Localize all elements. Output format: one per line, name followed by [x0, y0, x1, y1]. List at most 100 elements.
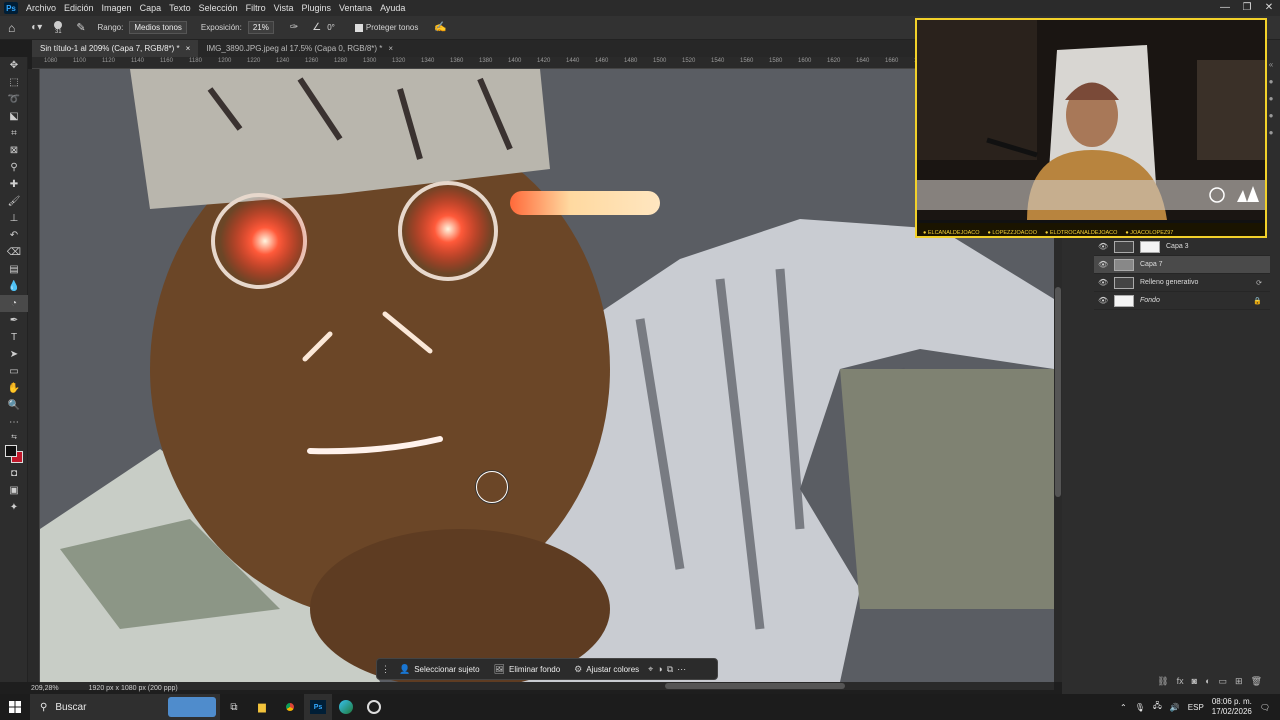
- history-brush-tool-icon[interactable]: ↶: [0, 227, 28, 244]
- visibility-eye-icon[interactable]: 👁: [1098, 296, 1108, 305]
- menu-archivo[interactable]: Archivo: [22, 3, 60, 13]
- gradient-tool-icon[interactable]: ▤: [0, 261, 28, 278]
- proteger-tonos-checkbox[interactable]: Proteger tonos: [354, 23, 418, 32]
- visibility-eye-icon[interactable]: 👁: [1098, 278, 1108, 287]
- menu-plugins[interactable]: Plugins: [298, 3, 336, 13]
- marquee-tool-icon[interactable]: ⬚: [0, 74, 28, 91]
- menu-vista[interactable]: Vista: [270, 3, 298, 13]
- type-tool-icon[interactable]: T: [0, 329, 28, 346]
- move-tool-icon[interactable]: ✥: [0, 57, 28, 74]
- drag-handle-icon[interactable]: ⋮: [381, 664, 390, 675]
- swap-colors-icon[interactable]: ⇆: [0, 431, 28, 443]
- panel-dot-icon[interactable]: ●: [1269, 77, 1274, 86]
- tool-preset-icon[interactable]: ◐▾: [31, 22, 42, 33]
- zoom-level[interactable]: 209,28%: [31, 685, 59, 692]
- layer-row-relleno-generativo[interactable]: 👁 Relleno generativo ⟳: [1094, 274, 1270, 292]
- panel-collapse-icon[interactable]: «: [1269, 60, 1273, 69]
- zoom-tool-icon[interactable]: 🔍: [0, 397, 28, 414]
- scroll-thumb[interactable]: [1055, 287, 1061, 497]
- trash-icon[interactable]: 🗑: [1251, 676, 1262, 692]
- color-swatches[interactable]: [0, 443, 28, 465]
- rango-select[interactable]: Medios tonos: [129, 21, 187, 34]
- language-indicator[interactable]: ESP: [1188, 703, 1204, 712]
- new-layer-icon[interactable]: ⊞: [1235, 676, 1243, 692]
- healing-brush-tool-icon[interactable]: ✚: [0, 176, 28, 193]
- adjustment-icon[interactable]: ◑: [657, 664, 662, 674]
- layer-row-fondo[interactable]: 👁 Fondo 🔒: [1094, 292, 1270, 310]
- screen-mode-icon[interactable]: ▣: [0, 482, 28, 499]
- lasso-tool-icon[interactable]: ➰: [0, 91, 28, 108]
- notifications-icon[interactable]: 🗨: [1260, 703, 1270, 712]
- menu-ventana[interactable]: Ventana: [335, 3, 376, 13]
- obs-icon[interactable]: [360, 694, 388, 720]
- visibility-eye-icon[interactable]: 👁: [1098, 242, 1108, 251]
- object-select-tool-icon[interactable]: ⬕: [0, 108, 28, 125]
- start-button[interactable]: [0, 694, 30, 720]
- edge-icon[interactable]: [332, 694, 360, 720]
- tab-close-icon[interactable]: ×: [388, 40, 393, 57]
- path-select-tool-icon[interactable]: ➤: [0, 346, 28, 363]
- home-icon[interactable]: ⌂: [8, 21, 15, 35]
- pressure-icon[interactable]: ✍: [434, 22, 446, 33]
- select-subject-button[interactable]: 👤 Seleccionar sujeto: [394, 662, 485, 677]
- fx-icon[interactable]: fx: [1177, 676, 1184, 692]
- scroll-thumb[interactable]: [665, 683, 845, 689]
- menu-texto[interactable]: Texto: [165, 3, 195, 13]
- generative-fill-icon[interactable]: ⟳: [1256, 279, 1262, 287]
- airbrush-icon[interactable]: ✑: [290, 22, 298, 33]
- menu-edicion[interactable]: Edición: [60, 3, 98, 13]
- generate-image-icon[interactable]: ✦: [0, 499, 28, 516]
- adjustment-layer-icon[interactable]: ◐: [1205, 676, 1210, 692]
- menu-filtro[interactable]: Filtro: [242, 3, 270, 13]
- clock[interactable]: 08:06 p. m. 17/02/2026: [1212, 697, 1252, 717]
- close-icon[interactable]: ✕: [1258, 0, 1280, 16]
- taskbar-search[interactable]: ⚲ Buscar: [30, 694, 220, 720]
- layer-row-capa-3[interactable]: 👁 Capa 3: [1094, 238, 1270, 256]
- foreground-color-swatch[interactable]: [5, 445, 17, 457]
- clone-stamp-tool-icon[interactable]: ⊥: [0, 210, 28, 227]
- eraser-tool-icon[interactable]: ⌫: [0, 244, 28, 261]
- minimize-icon[interactable]: —: [1214, 0, 1236, 16]
- hand-tool-icon[interactable]: ✋: [0, 380, 28, 397]
- panel-dot-icon[interactable]: ●: [1269, 128, 1274, 137]
- menu-ayuda[interactable]: Ayuda: [376, 3, 409, 13]
- more-tools-icon[interactable]: ⋯: [0, 414, 28, 431]
- link-layers-icon[interactable]: ⛓: [1157, 676, 1168, 692]
- panel-dot-icon[interactable]: ●: [1269, 111, 1274, 120]
- menu-imagen[interactable]: Imagen: [98, 3, 136, 13]
- chrome-icon[interactable]: [276, 694, 304, 720]
- exposicion-input[interactable]: 21%: [247, 21, 274, 34]
- dodge-tool-icon[interactable]: ◔: [0, 295, 28, 312]
- more-options-icon[interactable]: ⋯: [677, 664, 686, 675]
- brush-tool-icon[interactable]: 🖌: [0, 193, 28, 210]
- tab-img-3890[interactable]: IMG_3890.JPG.jpeg al 17.5% (Capa 0, RGB/…: [198, 40, 401, 57]
- group-folder-icon[interactable]: ▭: [1219, 676, 1228, 692]
- transform-icon[interactable]: ⌖: [648, 664, 653, 675]
- crop-tool-icon[interactable]: ⌗: [0, 125, 28, 142]
- frame-tool-icon[interactable]: ⊠: [0, 142, 28, 159]
- tab-sin-titulo[interactable]: Sin título-1 al 209% (Capa 7, RGB/8*) * …: [32, 40, 199, 57]
- microphone-icon[interactable]: 🎙: [1135, 703, 1145, 712]
- task-view-icon[interactable]: ⧉: [220, 694, 248, 720]
- blur-tool-icon[interactable]: 💧: [0, 278, 28, 295]
- angle-input[interactable]: 0°: [327, 23, 335, 32]
- brush-size-preview[interactable]: 31: [54, 20, 63, 35]
- add-mask-icon[interactable]: ◙: [1192, 676, 1197, 692]
- brush-panel-icon[interactable]: ✎: [76, 21, 85, 34]
- volume-icon[interactable]: 🔊: [1170, 703, 1180, 712]
- pen-tool-icon[interactable]: ✒: [0, 312, 28, 329]
- document-canvas[interactable]: [40, 69, 1054, 682]
- adjust-colors-button[interactable]: ⚙ Ajustar colores: [569, 662, 644, 677]
- panel-dot-icon[interactable]: ●: [1269, 94, 1274, 103]
- network-icon[interactable]: 🖧: [1153, 700, 1162, 714]
- layer-row-capa-7[interactable]: 👁 Capa 7: [1094, 256, 1270, 274]
- quick-mask-icon[interactable]: ◘: [0, 465, 28, 482]
- remove-background-button[interactable]: 🖼 Eliminar fondo: [489, 662, 566, 677]
- lock-icon[interactable]: 🔒: [1253, 297, 1262, 305]
- menu-seleccion[interactable]: Selección: [195, 3, 242, 13]
- maximize-icon[interactable]: ❐: [1236, 0, 1258, 16]
- chevron-up-icon[interactable]: ⌃: [1120, 703, 1127, 712]
- tab-close-icon[interactable]: ×: [186, 40, 191, 57]
- layers-icon[interactable]: ⧉: [667, 664, 673, 675]
- eyedropper-tool-icon[interactable]: ⚲: [0, 159, 28, 176]
